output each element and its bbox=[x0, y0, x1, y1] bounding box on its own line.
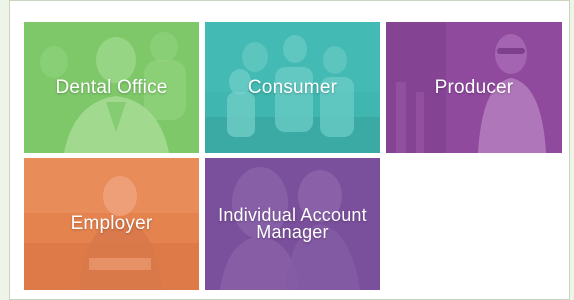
tile-individual-account-manager[interactable]: Individual Account Manager bbox=[205, 158, 380, 290]
tile-label: Individual Account Manager bbox=[218, 205, 367, 242]
tile-label: Employer bbox=[70, 213, 153, 234]
tile-dental-office[interactable]: Dental Office bbox=[24, 22, 199, 153]
tile-consumer[interactable]: Consumer bbox=[205, 22, 380, 153]
tile-employer[interactable]: Employer bbox=[24, 158, 199, 290]
tile-label: Dental Office bbox=[55, 76, 168, 98]
tile-label: Producer bbox=[434, 76, 514, 98]
tile-label: Consumer bbox=[247, 76, 338, 98]
tile-producer[interactable]: Producer bbox=[386, 22, 562, 153]
